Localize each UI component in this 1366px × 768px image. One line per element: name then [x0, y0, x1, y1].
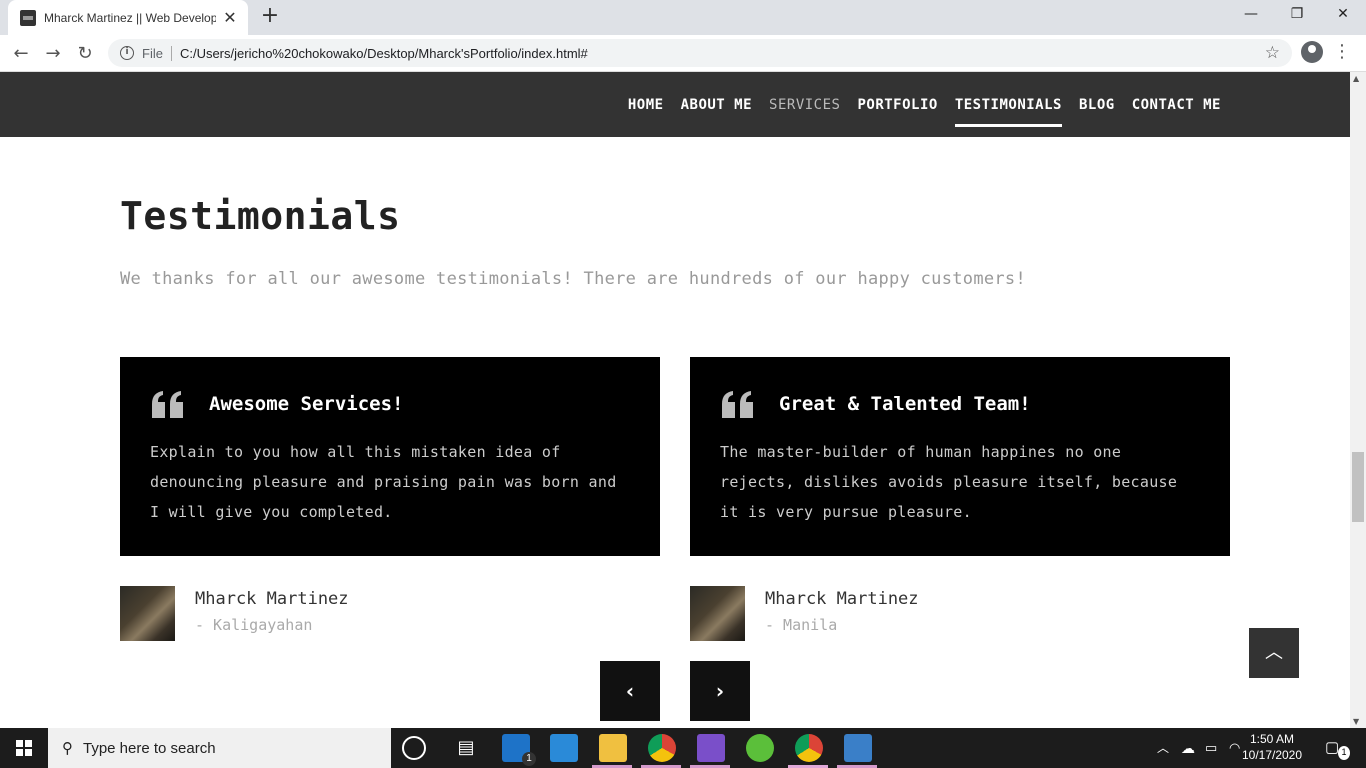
new-tab-button[interactable]: +	[258, 5, 282, 29]
address-toolbar: ← → ↻ i File C:/Users/jericho%20chokowak…	[0, 35, 1366, 72]
chevron-up-icon: ︿	[1265, 642, 1283, 663]
author-location: - Kaligayahan	[195, 616, 313, 634]
back-to-top-button[interactable]: ︿	[1249, 628, 1299, 678]
bookmark-star-icon[interactable]: ☆	[1265, 43, 1280, 63]
mail-icon[interactable]: 1	[502, 734, 536, 766]
scroll-down-icon[interactable]: ▼	[1353, 717, 1359, 726]
testimonial-author: Mharck Martinez - Kaligayahan	[120, 586, 420, 641]
close-tab-icon[interactable]: ✕	[222, 9, 238, 26]
page-scrollbar[interactable]: ▲ ▼	[1350, 72, 1366, 728]
store-app-icon[interactable]	[550, 734, 578, 762]
task-view-icon[interactable]: ▤	[452, 734, 480, 762]
site-info-icon[interactable]: i	[120, 46, 134, 60]
notifications-icon[interactable]: ▢	[1325, 728, 1339, 768]
site-favicon-icon	[20, 9, 36, 26]
minimize-window-button[interactable]: —	[1228, 0, 1274, 30]
nav-contact-me[interactable]: CONTACT ME	[1132, 97, 1221, 113]
nav-home[interactable]: HOME	[628, 97, 664, 113]
restore-window-button[interactable]: ❐	[1274, 0, 1320, 30]
author-name: Mharck Martinez	[195, 589, 349, 609]
file-explorer-icon[interactable]	[599, 734, 627, 762]
tab-title: Mharck Martinez || Web Developer	[44, 10, 216, 25]
scroll-up-icon[interactable]: ▲	[1353, 74, 1359, 83]
scroll-thumb[interactable]	[1352, 452, 1364, 522]
url-text[interactable]: C:/Users/jericho%20chokowako/Desktop/Mha…	[180, 46, 1292, 61]
carousel-next-button[interactable]: ›	[690, 661, 750, 721]
carousel-prev-button[interactable]: ‹	[600, 661, 660, 721]
avatar	[690, 586, 745, 641]
page-viewport: HOME ABOUT ME SERVICES PORTFOLIO TESTIMO…	[0, 72, 1350, 728]
start-button[interactable]	[0, 728, 48, 768]
scheme-label: File	[142, 45, 172, 61]
close-window-button[interactable]: ✕	[1320, 0, 1366, 30]
chevron-right-icon: ›	[715, 679, 725, 703]
windows-logo-icon	[16, 740, 32, 756]
taskbar-search-box[interactable]: ⚲ Type here to search	[48, 728, 391, 768]
chevron-left-icon: ‹	[625, 679, 635, 703]
testimonial-author: Mharck Martinez - Manila	[690, 586, 990, 641]
browser-menu-icon[interactable]: ⋮	[1332, 40, 1352, 64]
onedrive-icon[interactable]: ☁	[1181, 728, 1195, 768]
reload-button[interactable]: ↻	[72, 41, 98, 67]
forward-button[interactable]: →	[40, 41, 66, 67]
profile-icon[interactable]	[1301, 41, 1323, 63]
chrome-icon[interactable]	[648, 734, 676, 762]
clock-date: 10/17/2020	[1241, 748, 1303, 762]
nav-links: HOME ABOUT ME SERVICES PORTFOLIO TESTIMO…	[628, 97, 1221, 127]
dreamweaver-icon[interactable]	[746, 734, 774, 762]
testimonial-card: Great & Talented Team! The master-builde…	[690, 357, 1230, 556]
avatar	[120, 586, 175, 641]
address-bar[interactable]: i File C:/Users/jericho%20chokowako/Desk…	[108, 39, 1292, 67]
notification-badge: 1	[1338, 746, 1350, 760]
cortana-icon[interactable]	[402, 736, 426, 760]
battery-icon[interactable]: ▭	[1205, 728, 1217, 768]
author-name: Mharck Martinez	[765, 589, 919, 609]
clock-time: 1:50 AM	[1249, 732, 1295, 746]
nav-portfolio[interactable]: PORTFOLIO	[857, 97, 937, 113]
browser-tab[interactable]: Mharck Martinez || Web Developer ✕	[8, 0, 248, 35]
section-title: Testimonials	[120, 194, 401, 238]
wifi-icon[interactable]: ◠	[1229, 728, 1240, 768]
search-icon: ⚲	[62, 739, 73, 757]
testimonial-title: Awesome Services!	[209, 393, 404, 415]
visual-studio-icon[interactable]	[697, 734, 725, 762]
nav-services[interactable]: SERVICES	[769, 97, 840, 113]
mail-badge: 1	[522, 752, 536, 766]
windows-taskbar: ⚲ Type here to search ▤ 1 ︿ ☁ ▭ ◠ 1:50 A…	[0, 728, 1366, 768]
browser-tab-bar: Mharck Martinez || Web Developer ✕ + — ❐…	[0, 0, 1366, 35]
tray-chevron-icon[interactable]: ︿	[1157, 728, 1169, 768]
author-location: - Manila	[765, 616, 838, 634]
chrome-active-icon[interactable]	[795, 734, 823, 762]
testimonial-text: Explain to you how all this mistaken ide…	[150, 443, 617, 521]
nav-testimonials[interactable]: TESTIMONIALS	[954, 97, 1063, 127]
section-subtitle: We thanks for all our awesome testimonia…	[120, 269, 1026, 289]
taskbar-clock[interactable]: 1:50 AM 10/17/2020	[1240, 731, 1304, 763]
testimonial-text: The master-builder of human happines no …	[720, 443, 1178, 521]
quote-icon	[722, 391, 753, 418]
nav-about-me[interactable]: ABOUT ME	[681, 97, 752, 113]
quote-icon	[152, 391, 183, 418]
testimonial-title: Great & Talented Team!	[779, 393, 1031, 415]
photos-icon[interactable]	[844, 734, 872, 762]
nav-blog[interactable]: BLOG	[1079, 97, 1115, 113]
testimonial-card: Awesome Services! Explain to you how all…	[120, 357, 660, 556]
search-placeholder: Type here to search	[83, 739, 216, 757]
site-navbar: HOME ABOUT ME SERVICES PORTFOLIO TESTIMO…	[0, 72, 1350, 137]
back-button[interactable]: ←	[8, 41, 34, 67]
